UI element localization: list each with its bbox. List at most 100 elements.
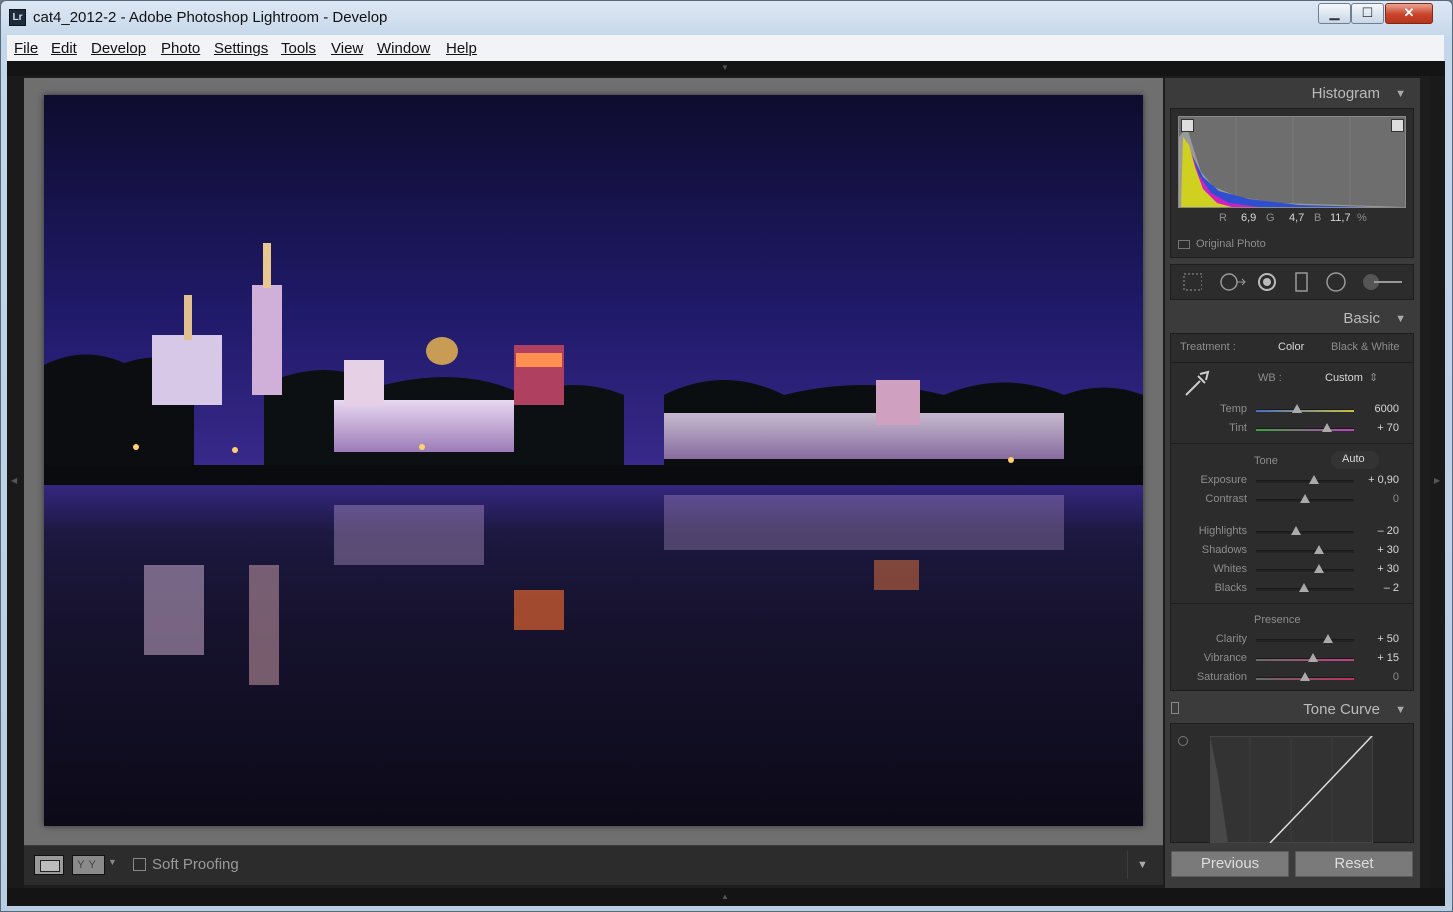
original-photo-checkbox[interactable] [1178,240,1190,249]
menu-settings[interactable]: Settings [214,40,268,57]
slider-track[interactable] [1256,639,1354,642]
previous-button[interactable]: Previous [1171,851,1289,877]
slider-label: Highlights [1198,525,1247,537]
hist-unit: % [1357,212,1367,224]
hist-g-value: 4,7 [1289,212,1305,224]
bottom-panel-toggle[interactable]: ▲ [7,888,1445,906]
divider [1171,443,1413,444]
title-bar: Lr cat4_2012-2 - Adobe Photoshop Lightro… [0,0,1451,34]
radial-filter-icon[interactable] [1326,272,1346,292]
photo-preview[interactable] [44,95,1143,826]
slider-thumb[interactable] [1322,634,1333,643]
menu-tools[interactable]: Tools [281,40,316,57]
red-eye-icon[interactable] [1256,272,1276,292]
slider-value[interactable]: + 50 [1377,633,1399,645]
collapse-triangle-icon[interactable]: ▼ [1395,305,1406,333]
slider-value[interactable]: – 2 [1384,582,1399,594]
slider-value[interactable]: – 20 [1378,525,1399,537]
menu-photo[interactable]: Photo [161,40,200,57]
slider-thumb[interactable] [1291,526,1302,535]
soft-proofing-label[interactable]: Soft Proofing [152,856,239,873]
clipping-shadows-toggle[interactable] [1181,119,1194,132]
lightroom-app-icon: Lr [9,9,26,26]
slider-label: Exposure [1200,474,1247,486]
slider-thumb[interactable] [1300,672,1310,681]
graduated-filter-icon[interactable] [1292,272,1312,292]
slider-value[interactable]: + 30 [1377,563,1399,575]
basic-title: Basic [1343,310,1380,327]
histogram-header[interactable]: Histogram ▼ [1170,80,1414,108]
slider-track[interactable] [1256,550,1354,553]
hist-r-value: 6,9 [1241,212,1257,224]
tone-label: Tone [1254,455,1278,467]
chevron-down-icon[interactable]: ▼ [108,857,117,867]
soft-proofing-checkbox[interactable] [133,858,146,871]
toolbar-options-dropdown[interactable]: ▼ [1127,851,1157,879]
before-after-view-button[interactable]: YY [72,855,105,875]
slider-track[interactable] [1256,658,1354,661]
slider-thumb[interactable] [1313,564,1324,573]
hist-b-value: 11,7 [1330,212,1351,224]
histogram-title: Histogram [1311,85,1380,102]
auto-tone-button[interactable]: Auto [1331,451,1379,469]
treatment-color-option[interactable]: Color [1278,341,1304,353]
treatment-bw-option[interactable]: Black & White [1331,341,1399,353]
slider-value[interactable]: 6000 [1375,403,1399,415]
top-panel-toggle[interactable]: ▼ [7,61,1445,76]
slider-track[interactable] [1256,409,1354,412]
wb-label: WB : [1258,372,1282,384]
presence-label: Presence [1254,614,1301,626]
slider-track[interactable] [1256,531,1354,534]
slider-thumb[interactable] [1321,423,1332,432]
slider-thumb[interactable] [1299,583,1310,592]
treatment-label: Treatment : [1180,341,1236,353]
slider-value[interactable]: + 30 [1377,544,1399,556]
left-panel-toggle[interactable]: ◀ [7,76,24,888]
menu-edit[interactable]: Edit [51,40,77,57]
tone-curve-title: Tone Curve [1303,701,1380,718]
spot-removal-icon[interactable] [1218,272,1248,292]
loupe-view-button[interactable] [34,855,64,875]
right-panel-toggle[interactable]: ▶ [1429,76,1445,888]
white-balance-eyedropper-icon[interactable] [1180,368,1212,400]
divider [1171,603,1413,604]
wb-dropdown[interactable]: Custom [1325,372,1363,384]
target-adjust-icon[interactable] [1178,736,1188,746]
slider-track[interactable] [1256,569,1354,572]
divider [1171,362,1413,363]
menu-develop[interactable]: Develop [91,40,146,57]
slider-value[interactable]: + 0,90 [1368,474,1399,486]
basic-header[interactable]: Basic ▼ [1170,305,1414,333]
crop-tool-icon[interactable] [1182,272,1202,292]
slider-thumb[interactable] [1308,475,1319,484]
slider-thumb[interactable] [1300,494,1310,503]
close-button[interactable]: ✕ [1385,3,1433,24]
slider-label: Saturation [1196,671,1247,683]
slider-value[interactable]: + 70 [1377,422,1399,434]
histogram-graph[interactable] [1178,116,1406,208]
tone-curve-graph[interactable] [1210,736,1373,843]
slider-track[interactable] [1256,428,1354,431]
slider-value[interactable]: + 15 [1377,652,1399,664]
slider-label: Clarity [1215,633,1247,645]
menu-view[interactable]: View [331,40,363,57]
slider-thumb[interactable] [1313,545,1324,554]
slider-value[interactable]: 0 [1393,493,1399,505]
maximize-button[interactable]: ☐ [1351,3,1384,24]
hist-r-label: R [1219,212,1227,224]
slider-thumb[interactable] [1292,404,1303,413]
slider-value[interactable]: 0 [1393,671,1399,683]
slider-thumb[interactable] [1307,653,1318,662]
clipping-highlights-toggle[interactable] [1391,119,1404,132]
menu-help[interactable]: Help [446,40,477,57]
tone-curve-header[interactable]: Tone Curve ▼ [1170,696,1414,724]
minimize-button[interactable]: ▁ [1318,3,1351,24]
collapse-triangle-icon[interactable]: ▼ [1395,80,1406,108]
menu-window[interactable]: Window [377,40,430,57]
collapse-triangle-icon[interactable]: ▼ [1395,696,1406,724]
updown-icon[interactable]: ⇕ [1369,371,1378,384]
adjustment-brush-icon[interactable] [1362,272,1404,292]
menu-file[interactable]: File [14,40,38,57]
slider-track[interactable] [1256,480,1354,483]
reset-button[interactable]: Reset [1295,851,1413,877]
